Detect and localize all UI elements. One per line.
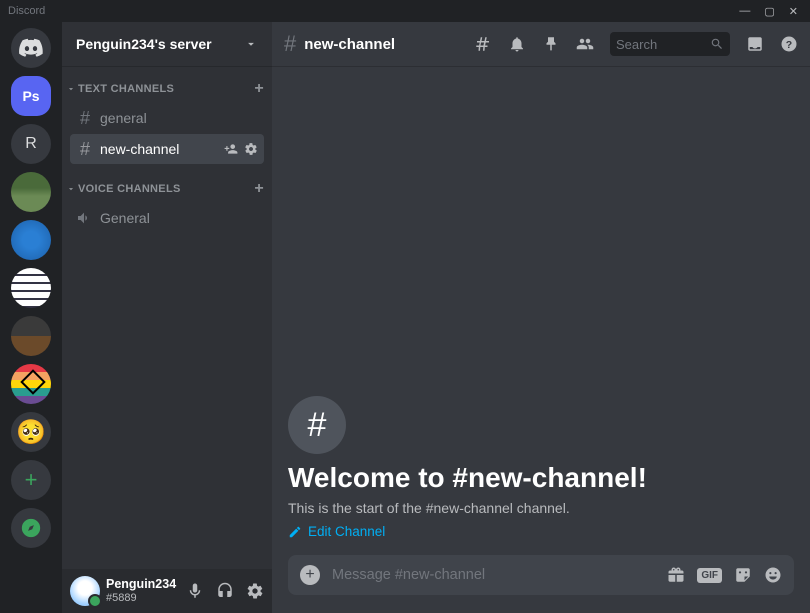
sticker-icon[interactable] <box>734 566 752 584</box>
window-maximize-icon[interactable]: ▢ <box>764 5 774 18</box>
chat-area: # new-channel ? # Welcome to #new-channe… <box>272 22 810 613</box>
user-tag: #5889 <box>106 592 176 604</box>
search-box[interactable] <box>610 32 730 56</box>
server-name: Penguin234's server <box>76 36 212 52</box>
hash-icon: # <box>76 108 94 129</box>
chat-header: # new-channel ? <box>272 22 810 66</box>
chevron-down-icon <box>244 37 258 51</box>
explore-servers-button[interactable] <box>11 508 51 548</box>
compass-icon <box>21 518 41 538</box>
guild-city[interactable] <box>11 316 51 356</box>
channel-sidebar: Penguin234's server TEXT CHANNELS + # ge… <box>62 22 272 613</box>
window-minimize-icon[interactable]: — <box>739 5 750 18</box>
titlebar: Discord — ▢ ✕ <box>0 0 810 22</box>
add-server-button[interactable]: + <box>11 460 51 500</box>
chat-body: # Welcome to #new-channel! This is the s… <box>272 66 810 555</box>
category-label: TEXT CHANNELS <box>78 83 174 95</box>
bell-icon[interactable] <box>508 35 526 53</box>
user-panel: Penguin234 #5889 <box>62 569 272 613</box>
channel-title: new-channel <box>304 36 395 53</box>
guild-blue[interactable] <box>11 220 51 260</box>
deafen-icon[interactable] <box>216 582 234 600</box>
channel-label: General <box>100 210 150 226</box>
server-header[interactable]: Penguin234's server <box>62 22 272 66</box>
add-channel-button[interactable]: + <box>254 80 264 98</box>
avatar[interactable] <box>70 576 100 606</box>
guild-list: Ps R 🥺 + <box>0 22 62 613</box>
attach-button[interactable]: + <box>300 565 320 585</box>
guild-r[interactable]: R <box>11 124 51 164</box>
guild-lines[interactable] <box>11 268 51 308</box>
gear-icon[interactable] <box>244 142 258 156</box>
welcome-hash-icon: # <box>288 396 346 454</box>
channel-label: general <box>100 110 147 126</box>
channel-general[interactable]: # general <box>70 103 264 133</box>
message-composer[interactable]: + Message #new-channel GIF <box>288 555 794 595</box>
composer-placeholder[interactable]: Message #new-channel <box>332 567 655 583</box>
emoji-icon[interactable] <box>764 566 782 584</box>
help-icon[interactable]: ? <box>780 35 798 53</box>
invite-icon[interactable] <box>224 142 238 156</box>
svg-text:?: ? <box>786 39 792 51</box>
mute-icon[interactable] <box>186 582 204 600</box>
gif-button[interactable]: GIF <box>697 568 722 583</box>
edit-channel-label: Edit Channel <box>308 524 385 539</box>
guild-landscape[interactable] <box>11 172 51 212</box>
guild-ps[interactable]: Ps <box>11 76 51 116</box>
voice-channels-category[interactable]: VOICE CHANNELS + <box>62 176 272 202</box>
home-button[interactable] <box>11 28 51 68</box>
hash-icon: # <box>284 31 296 57</box>
user-name: Penguin234 <box>106 578 176 592</box>
pin-icon[interactable] <box>542 35 560 53</box>
threads-icon[interactable] <box>474 35 492 53</box>
pencil-icon <box>288 525 302 539</box>
settings-icon[interactable] <box>246 582 264 600</box>
voice-channel-general[interactable]: General <box>70 203 264 233</box>
search-input[interactable] <box>616 37 696 52</box>
category-label: VOICE CHANNELS <box>78 183 181 195</box>
channel-label: new-channel <box>100 141 179 157</box>
app-name: Discord <box>8 5 45 17</box>
window-close-icon[interactable]: ✕ <box>789 5 798 18</box>
speaker-icon <box>76 210 94 226</box>
welcome-title: Welcome to #new-channel! <box>288 462 794 494</box>
search-icon <box>710 37 724 51</box>
text-channels-category[interactable]: TEXT CHANNELS + <box>62 76 272 102</box>
hash-icon: # <box>76 139 94 160</box>
add-channel-button[interactable]: + <box>254 180 264 198</box>
edit-channel-link[interactable]: Edit Channel <box>288 524 794 539</box>
gift-icon[interactable] <box>667 566 685 584</box>
inbox-icon[interactable] <box>746 35 764 53</box>
chevron-down-icon <box>66 84 76 94</box>
chevron-down-icon <box>66 184 76 194</box>
members-icon[interactable] <box>576 35 594 53</box>
channel-new-channel[interactable]: # new-channel <box>70 134 264 164</box>
guild-rainbow[interactable] <box>11 364 51 404</box>
discord-logo-icon <box>18 38 44 58</box>
guild-emoji[interactable]: 🥺 <box>11 412 51 452</box>
welcome-subtitle: This is the start of the #new-channel ch… <box>288 500 794 516</box>
